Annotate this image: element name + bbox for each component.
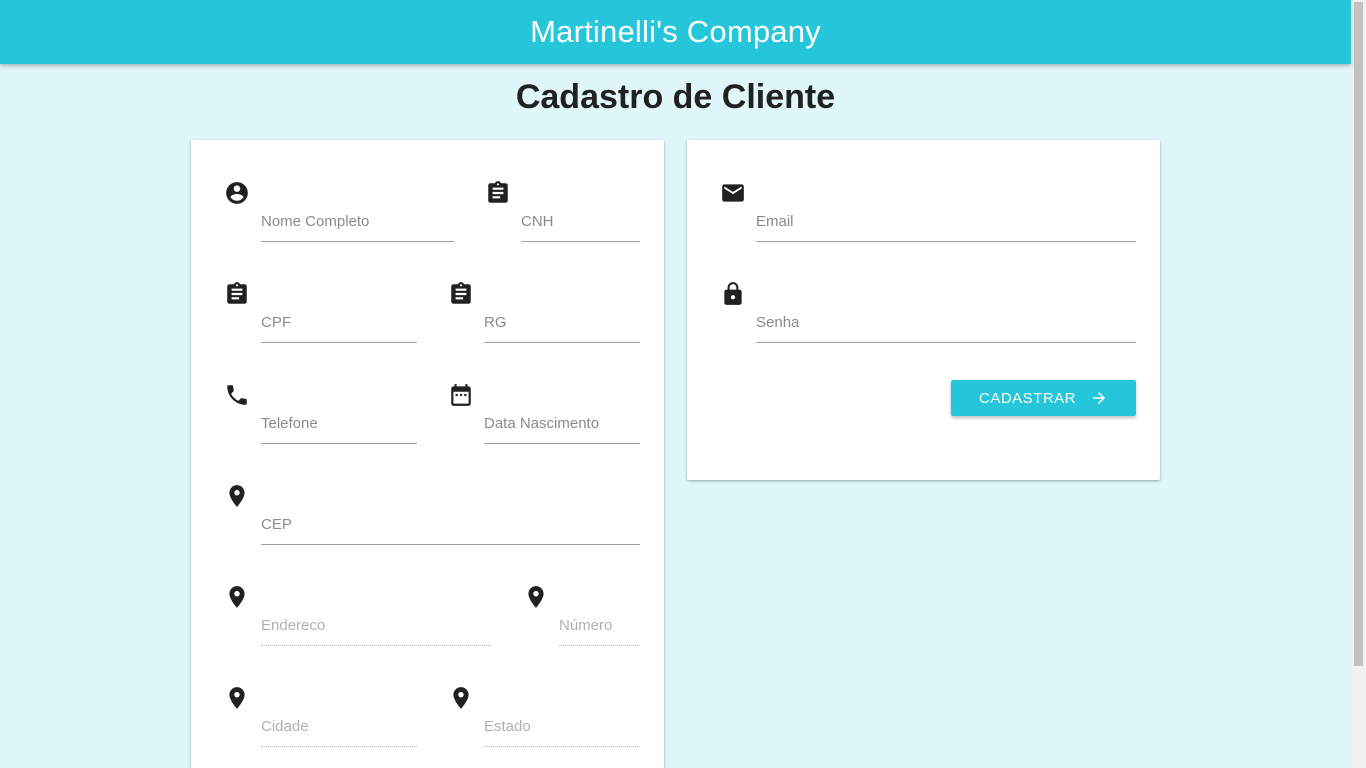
cidade-field bbox=[224, 685, 417, 747]
cnh-input[interactable] bbox=[521, 202, 640, 242]
data-nascimento-field bbox=[448, 382, 640, 444]
telefone-field bbox=[224, 382, 417, 444]
calendar-icon bbox=[448, 382, 474, 408]
senha-field bbox=[720, 281, 1136, 343]
cep-field bbox=[224, 483, 640, 545]
clipboard-icon bbox=[485, 180, 511, 206]
clipboard-icon bbox=[224, 281, 250, 307]
lock-icon bbox=[720, 281, 746, 307]
email-field bbox=[720, 180, 1136, 242]
estado-input[interactable] bbox=[484, 707, 640, 747]
arrow-forward-icon bbox=[1090, 389, 1108, 407]
location-pin-icon bbox=[448, 685, 474, 711]
numero-input[interactable] bbox=[559, 606, 640, 646]
numero-field bbox=[523, 584, 640, 646]
scrollbar-thumb[interactable] bbox=[1354, 2, 1363, 666]
app-title: Martinelli's Company bbox=[530, 14, 821, 49]
rg-input[interactable] bbox=[484, 303, 640, 343]
account-card: CADASTRAR bbox=[687, 140, 1160, 480]
cep-input[interactable] bbox=[261, 505, 640, 545]
personal-data-card bbox=[191, 140, 664, 768]
location-pin-icon bbox=[224, 685, 250, 711]
nome-completo-input[interactable] bbox=[261, 202, 454, 242]
mail-icon bbox=[720, 180, 746, 206]
nome-field bbox=[224, 180, 454, 242]
cnh-field bbox=[485, 180, 640, 242]
telefone-input[interactable] bbox=[261, 404, 417, 444]
app-bar: Martinelli's Company bbox=[0, 0, 1351, 64]
location-pin-icon bbox=[523, 584, 549, 610]
cidade-input[interactable] bbox=[261, 707, 417, 747]
email-input[interactable] bbox=[756, 202, 1136, 242]
cadastrar-label: CADASTRAR bbox=[978, 389, 1076, 407]
estado-field bbox=[448, 685, 640, 747]
account-circle-icon bbox=[224, 180, 250, 206]
senha-input[interactable] bbox=[756, 303, 1136, 343]
location-pin-icon bbox=[224, 483, 250, 509]
data-nascimento-input[interactable] bbox=[484, 404, 640, 444]
clipboard-icon bbox=[448, 281, 474, 307]
location-pin-icon bbox=[224, 584, 250, 610]
phone-icon bbox=[224, 382, 250, 408]
rg-field bbox=[448, 281, 640, 343]
cpf-input[interactable] bbox=[261, 303, 417, 343]
cpf-field bbox=[224, 281, 417, 343]
page-title: Cadastro de Cliente bbox=[515, 78, 836, 116]
endereco-input[interactable] bbox=[261, 606, 491, 646]
page-scrollbar[interactable] bbox=[1351, 0, 1366, 768]
endereco-field bbox=[224, 584, 491, 646]
cadastrar-button[interactable]: CADASTRAR bbox=[951, 380, 1136, 416]
